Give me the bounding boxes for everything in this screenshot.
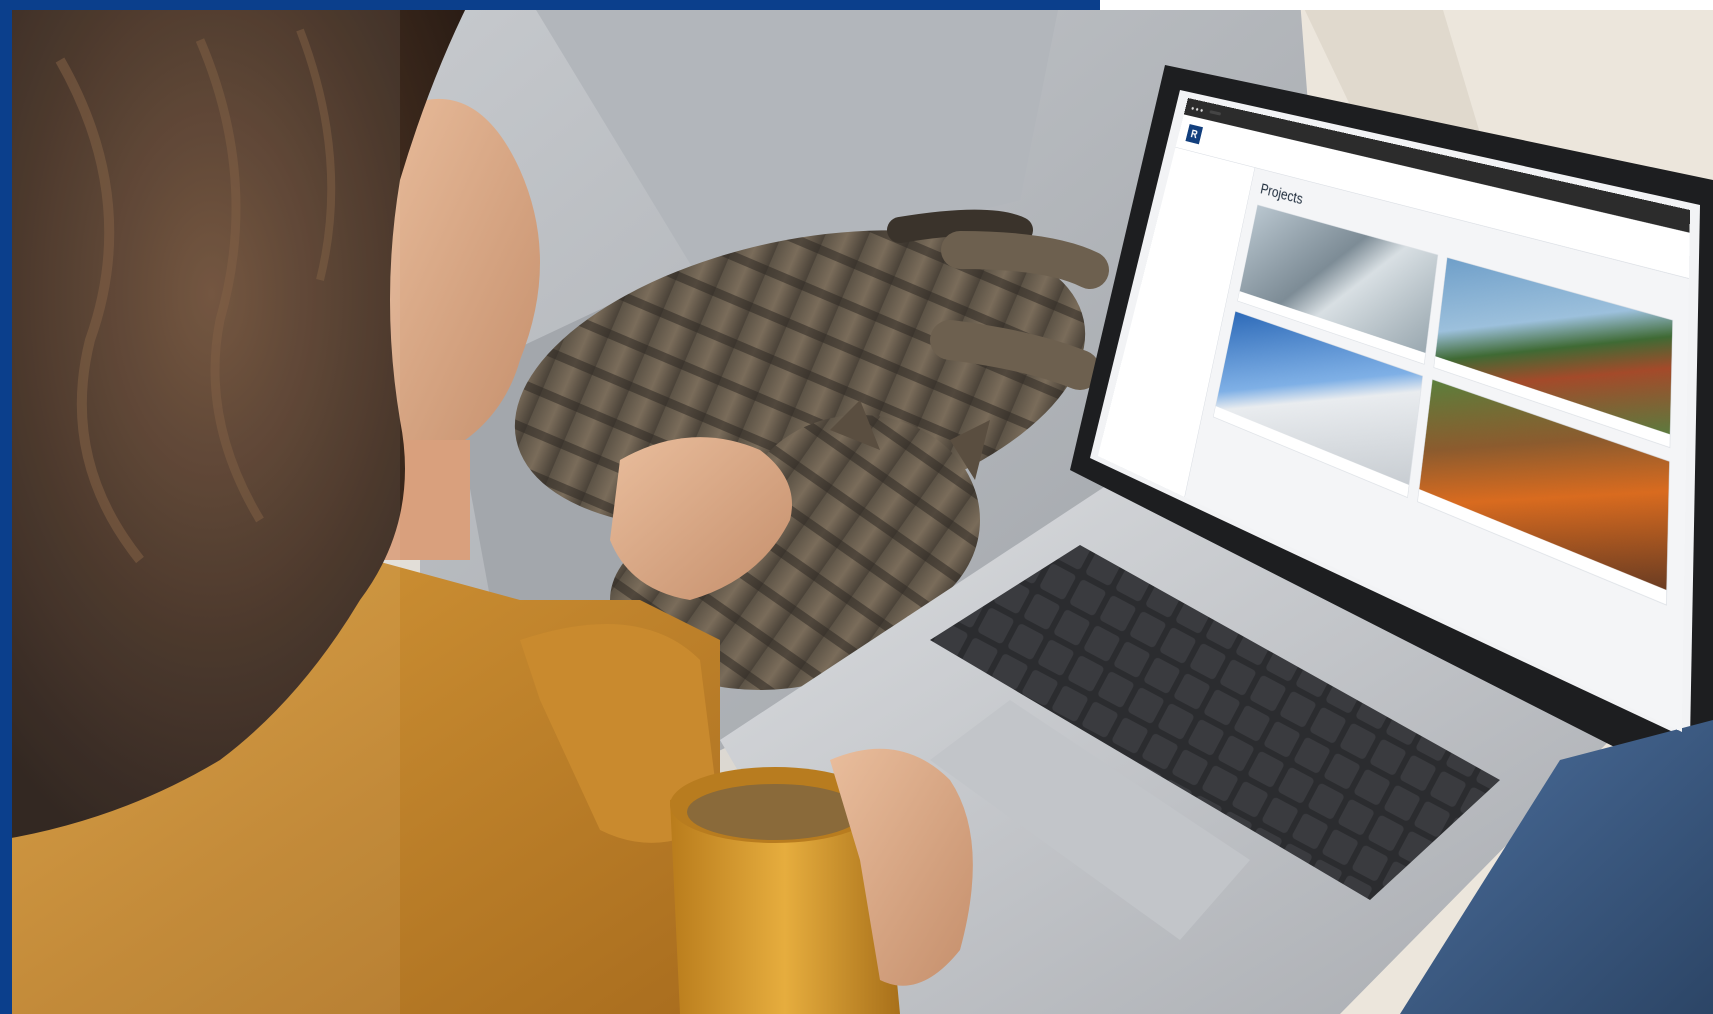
nav-item xyxy=(1282,153,1283,159)
brand-name xyxy=(1204,137,1232,144)
nav-item xyxy=(1244,143,1246,150)
cat-tail xyxy=(887,209,1033,243)
nav-item xyxy=(1254,146,1255,152)
sidebar-section xyxy=(1177,161,1247,179)
logo-icon: R xyxy=(1185,124,1203,145)
left-accent-bar xyxy=(0,0,12,1014)
top-accent-bar xyxy=(0,0,1100,10)
window-controls-icon: ● ● ● xyxy=(1190,103,1205,114)
photo-scene: ● ● ● R Projects xyxy=(0,0,1713,1014)
left-tint-panel xyxy=(12,10,400,1014)
nav-item xyxy=(1263,148,1264,154)
address-bar xyxy=(1209,110,1222,116)
top-white-strip xyxy=(1100,0,1713,10)
nav-item xyxy=(1272,150,1273,156)
main-nav xyxy=(1244,143,1283,159)
sidebar-section xyxy=(1177,161,1247,179)
tea xyxy=(687,784,863,840)
sidebar-section xyxy=(1177,161,1247,179)
